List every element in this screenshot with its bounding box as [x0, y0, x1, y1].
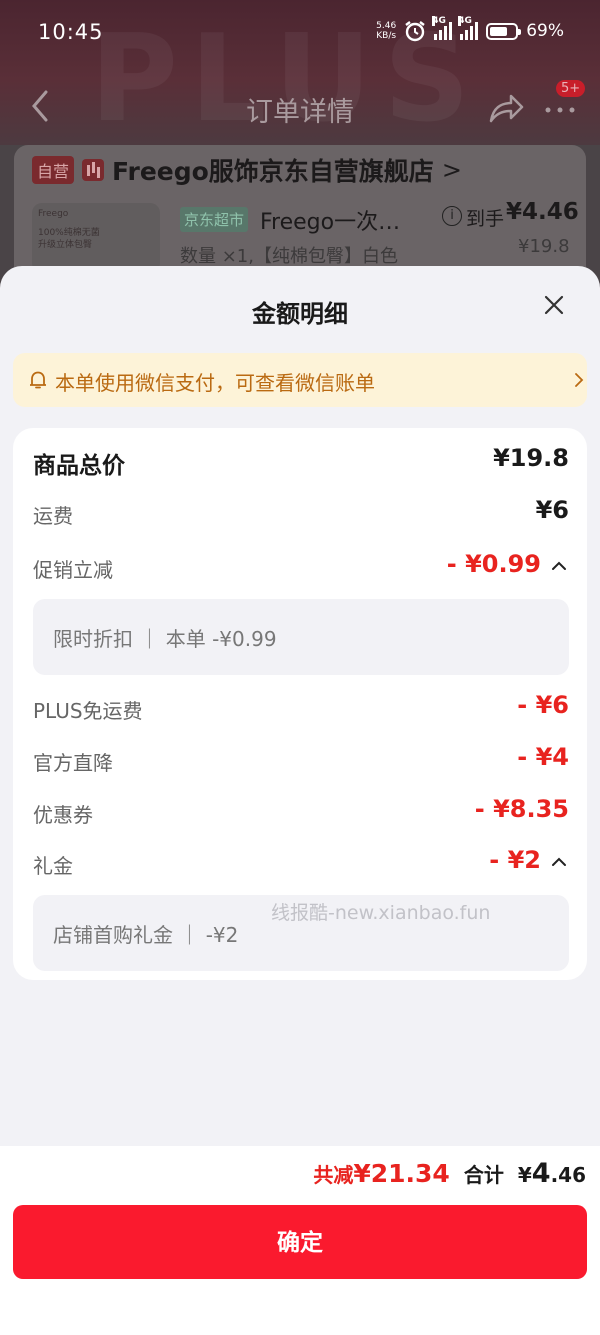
gift-detail: 店铺首购礼金 ｜ -¥2: [53, 923, 239, 947]
gift-row[interactable]: 礼金 - ¥2: [33, 846, 569, 886]
final-price: ¥4.46: [506, 199, 579, 225]
confirm-button[interactable]: 确定: [13, 1205, 587, 1279]
total-value: ¥4.46: [517, 1158, 586, 1189]
store-row[interactable]: 自营 Freego服饰京东自营旗舰店 >: [32, 152, 462, 188]
battery-percent: 69%: [526, 21, 564, 41]
status-time: 10:45: [38, 20, 104, 44]
summary-line: 共减¥21.34 合计 ¥4.46: [313, 1158, 586, 1189]
product-spec: 数量 ×1,【纯棉包臀】白色: [180, 246, 398, 267]
promo-detail-box: 限时折扣 ｜ 本单 -¥0.99: [33, 599, 569, 675]
bell-icon: [30, 371, 46, 389]
close-icon[interactable]: [540, 291, 568, 319]
plus-shipping-label: PLUS免运费: [33, 699, 143, 723]
plus-shipping-row: PLUS免运费 - ¥6: [33, 691, 569, 731]
store-logo-icon: [82, 159, 105, 181]
official-drop-row: 官方直降 - ¥4: [33, 743, 569, 783]
wechat-pay-notice[interactable]: 本单使用微信支付，可查看微信账单: [13, 353, 587, 407]
gift-value: - ¥2: [489, 846, 541, 874]
gift-label: 礼金: [33, 854, 73, 878]
notice-text: 本单使用微信支付，可查看微信账单: [55, 371, 375, 395]
notification-badge: 5+: [556, 80, 586, 97]
coupon-row: 优惠券 - ¥8.35: [33, 795, 569, 835]
battery-icon: [486, 22, 522, 40]
product-thumbnail[interactable]: Freego 100%纯棉无菌 升级立体包臀: [32, 203, 160, 273]
original-price: ¥19.8: [518, 236, 570, 257]
coupon-label: 优惠券: [33, 803, 93, 827]
total-saved: 共减¥21.34: [313, 1159, 450, 1188]
total-goods-row: 商品总价 ¥19.8: [33, 444, 569, 484]
plus-shipping-value: - ¥6: [517, 691, 569, 719]
watermark-text: 线报酷-new.xianbao.fun: [271, 902, 491, 924]
status-bar: 10:45 5.46 KB/s 4G 4G 69%: [0, 0, 600, 68]
alarm-icon: [405, 21, 425, 42]
official-drop-value: - ¥4: [517, 743, 569, 771]
shipping-label: 运费: [33, 504, 73, 528]
chevron-up-icon[interactable]: [551, 855, 567, 867]
price-prefix: 到手: [466, 208, 505, 230]
chevron-up-icon[interactable]: [551, 559, 567, 571]
shipping-row: 运费 ¥6: [33, 496, 569, 536]
amount-detail-sheet: 金额明细 本单使用微信支付，可查看微信账单 商品总价 ¥19.8 运费 ¥6 促…: [0, 266, 600, 1335]
product-name[interactable]: Freego一次…: [260, 204, 400, 236]
signal-strength-icon: 4G: [432, 16, 453, 40]
promo-value: - ¥0.99: [446, 550, 541, 578]
total-goods-label: 商品总价: [33, 453, 125, 479]
network-speed: 5.46 KB/s: [376, 21, 397, 41]
store-name: Freego服饰京东自营旗舰店: [112, 157, 434, 186]
sheet-title: 金额明细: [252, 300, 348, 328]
promo-row[interactable]: 促销立减 - ¥0.99: [33, 550, 569, 590]
signal-strength-icon: 4G: [458, 16, 479, 40]
total-goods-value: ¥19.8: [493, 444, 569, 472]
shipping-value: ¥6: [535, 496, 569, 524]
share-icon[interactable]: [486, 88, 526, 128]
supermarket-tag: 京东超市: [180, 207, 249, 232]
coupon-value: - ¥8.35: [474, 795, 569, 823]
chevron-right-icon: >: [441, 156, 462, 184]
bottom-bar: 共减¥21.34 合计 ¥4.46 确定: [0, 1146, 600, 1335]
promo-detail: 限时折扣 ｜ 本单 -¥0.99: [53, 627, 277, 651]
self-operated-tag: 自营: [32, 156, 75, 184]
total-label: 合计: [463, 1163, 504, 1187]
chevron-right-icon: [575, 373, 584, 387]
nav-bar: 订单详情: [0, 78, 600, 138]
info-icon[interactable]: i: [442, 206, 462, 226]
promo-label: 促销立减: [33, 558, 113, 582]
official-drop-label: 官方直降: [33, 751, 113, 775]
